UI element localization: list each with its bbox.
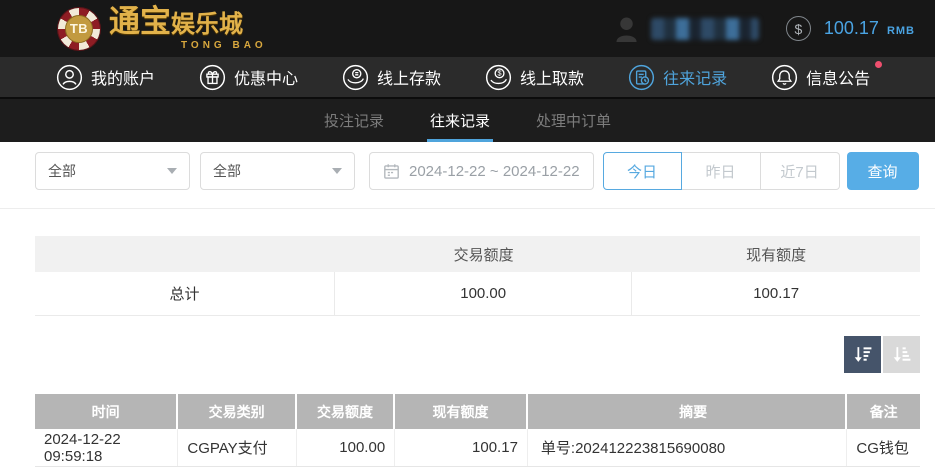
notification-badge: [875, 60, 883, 68]
summary-transaction-amount: 100.00: [335, 272, 633, 315]
summary-total-row: 总计 100.00 100.17: [35, 272, 920, 316]
header-type: 交易类别: [178, 394, 297, 429]
category-select[interactable]: 全部: [200, 152, 355, 190]
main-nav: 我的账户 优惠中心 线上存款 $ 线上取款 往来记录 信息公告: [0, 57, 935, 99]
site-name-en: TONG BAO: [181, 39, 267, 51]
header-time: 时间: [35, 394, 179, 429]
avatar-icon: [616, 17, 637, 42]
summary-header-empty: [35, 236, 335, 272]
search-button[interactable]: 查询: [846, 152, 919, 190]
tab-processing-orders[interactable]: 处理中订单: [536, 99, 611, 142]
summary-total-label: 总计: [35, 272, 335, 315]
last7days-button[interactable]: 近7日: [760, 152, 840, 190]
summary-header-transaction: 交易额度: [453, 246, 514, 264]
cell-summary: 单号:202412223815690080: [528, 429, 848, 466]
header-balance: 现有额度: [395, 394, 528, 429]
deposit-icon: [342, 64, 369, 90]
poker-chip-icon: TB: [58, 7, 100, 50]
nav-item-promotions[interactable]: 优惠中心: [199, 64, 298, 91]
top-bar: TB 通宝娱乐城 TONG BAO $ 100.17 RMB: [0, 0, 935, 57]
sort-ascending-button[interactable]: [883, 336, 920, 373]
table-header-row: 时间 交易类别 交易额度 现有额度 摘要 备注: [35, 394, 920, 429]
summary-header-row: 交易额度 现有额度: [35, 236, 920, 272]
summary-current-balance: 100.17: [753, 285, 800, 302]
header-amount: 交易额度: [297, 394, 396, 429]
nav-item-my-account[interactable]: 我的账户: [56, 64, 155, 91]
cell-remark: CG钱包: [856, 440, 909, 457]
records-icon: [628, 64, 655, 90]
site-logo[interactable]: TB 通宝娱乐城 TONG BAO: [58, 3, 267, 51]
site-name-cn: 通宝娱乐城: [109, 3, 243, 40]
cell-time: 2024-12-22 09:59:18: [35, 429, 179, 466]
sort-desc-icon: [854, 347, 872, 362]
date-range-input[interactable]: 2024-12-22 ~ 2024-12-22: [369, 152, 594, 190]
summary-table: 交易额度 现有额度 总计 100.00 100.17: [35, 236, 920, 316]
username-redacted: [650, 17, 759, 40]
cell-type: CGPAY支付: [178, 429, 297, 466]
nav-item-deposit[interactable]: 线上存款: [342, 64, 441, 91]
transactions-table: 时间 交易类别 交易额度 现有额度 摘要 备注 2024-12-22 09:59…: [35, 394, 920, 467]
withdraw-icon: $: [485, 64, 512, 90]
bell-icon: [772, 64, 798, 90]
svg-text:$: $: [498, 68, 502, 77]
tab-betting-records[interactable]: 投注记录: [324, 99, 384, 142]
sort-controls: [0, 336, 920, 373]
nav-item-records[interactable]: 往来记录: [628, 64, 727, 91]
nav-item-announcements[interactable]: 信息公告: [771, 60, 883, 91]
yesterday-button[interactable]: 昨日: [681, 152, 761, 190]
chevron-down-icon: [167, 168, 177, 174]
table-row: 2024-12-22 09:59:18 CGPAY支付 100.00 100.1…: [35, 429, 920, 467]
sort-descending-button[interactable]: [844, 336, 881, 373]
sub-tabs: 投注记录 往来记录 处理中订单: [0, 99, 935, 142]
tab-transaction-records[interactable]: 往来记录: [426, 99, 494, 142]
currency-label: RMB: [886, 24, 915, 37]
header-summary: 摘要: [528, 394, 848, 429]
cell-balance: 100.17: [395, 429, 528, 466]
dollar-icon: $: [785, 16, 811, 41]
calendar-icon: [384, 163, 399, 179]
balance-amount: 100.17: [823, 18, 879, 38]
sort-asc-icon: [893, 347, 911, 362]
filter-bar: 全部 全部 2024-12-22 ~ 2024-12-22 今日 昨日 近7日 …: [0, 142, 935, 209]
header-remark: 备注: [869, 403, 898, 420]
today-button[interactable]: 今日: [602, 152, 682, 190]
user-icon: [56, 64, 83, 90]
account-summary: $ 100.17 RMB: [615, 16, 915, 42]
chevron-down-icon: [332, 168, 342, 174]
nav-item-withdraw[interactable]: $ 线上取款: [485, 64, 584, 91]
gift-icon: [199, 64, 226, 90]
summary-header-balance: 现有额度: [746, 246, 807, 264]
type-select[interactable]: 全部: [35, 152, 190, 190]
chip-label: TB: [65, 14, 93, 43]
quick-date-group: 今日 昨日 近7日: [602, 152, 840, 190]
cell-amount: 100.00: [297, 429, 396, 466]
